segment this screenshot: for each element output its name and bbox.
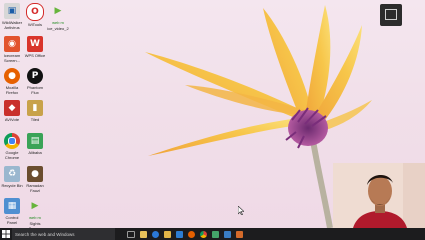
desktop-icon-icecream[interactable]: ◉ Icecream Screen... xyxy=(1,36,23,63)
taskbar-app-green[interactable] xyxy=(209,228,221,240)
desktop-icon-label: AVIVote xyxy=(4,117,20,122)
windows-logo-icon xyxy=(2,230,10,238)
task-view-button[interactable] xyxy=(125,228,137,240)
media-play-icon: ▶ xyxy=(54,5,62,16)
screen-recorder-widget[interactable] xyxy=(380,4,402,26)
web-m-icon: ▶ xyxy=(31,200,39,211)
app-orange-icon xyxy=(235,230,243,238)
taskbar-folder[interactable] xyxy=(161,228,173,240)
app-blue-icon xyxy=(223,230,231,238)
desktop-icon-label: web m xyxy=(52,20,64,25)
desktop-icon-firefox[interactable]: ● Mozilla Firefox xyxy=(1,68,23,95)
taskbar-chrome[interactable] xyxy=(197,228,209,240)
taskbar-store[interactable] xyxy=(173,228,185,240)
desktop-icon-label: Icecream Screen... xyxy=(3,53,21,63)
search-placeholder: Search the web and Windows xyxy=(15,231,75,237)
desktop-icon-sights[interactable]: ▶ web m Sights Screen xyxy=(24,198,46,231)
desktop-icon-label: WildWalker Antivirus xyxy=(1,20,23,30)
folder-icon xyxy=(163,230,171,238)
webcam-person-image xyxy=(333,163,425,228)
task-view-icon xyxy=(127,230,135,238)
desktop-icon-witools[interactable]: O WiTools xyxy=(24,3,46,27)
taskbar-app-blue[interactable] xyxy=(221,228,233,240)
phantom-icon: P xyxy=(27,68,43,84)
desktop-icon-label: Mozilla Firefox xyxy=(5,85,19,95)
desktop-icon-label: Phantom Flux xyxy=(26,85,43,95)
file-icon: ▮ xyxy=(27,100,43,116)
taskbar-firefox[interactable] xyxy=(185,228,197,240)
antivirus-icon: ▣ xyxy=(4,3,20,19)
webcam-overlay xyxy=(333,163,425,228)
file-explorer-icon xyxy=(139,230,147,238)
edge-icon xyxy=(151,230,159,238)
chrome-icon xyxy=(4,133,20,149)
desktop-icon-recycle-bin[interactable]: ♻ Recycle Bin xyxy=(1,166,23,188)
desktop-icon-chrome[interactable]: Google Chrome xyxy=(1,133,23,160)
taskbar-app-orange[interactable] xyxy=(233,228,245,240)
mouse-cursor-icon xyxy=(238,206,244,215)
desktop-icon-label: WiTools xyxy=(27,22,42,27)
desktop-icon-label: ice_video_2 xyxy=(47,26,69,31)
recycle-bin-icon: ♻ xyxy=(4,166,20,182)
desktop-icon-label: Recycle Bin xyxy=(1,183,23,188)
search-box[interactable]: Search the web and Windows xyxy=(12,228,115,240)
opera-icon: O xyxy=(26,3,44,21)
desktop-icon-ice-video[interactable]: ▶ web m ice_video_2 xyxy=(47,3,69,31)
firefox-icon xyxy=(187,230,195,238)
desktop-icon-alibaba[interactable]: ▤ Alibaba xyxy=(24,133,46,155)
desktop-icon-photo[interactable]: ● Ramadan Fauzi xyxy=(24,166,46,193)
wps-office-icon: W xyxy=(27,36,43,52)
photo-icon: ● xyxy=(27,166,43,182)
desktop-icon-phantom[interactable]: P Phantom Flux xyxy=(24,68,46,95)
desktop-icon-tiled[interactable]: ▮ Tiled xyxy=(24,100,46,122)
desktop-icon-control-panel[interactable]: ▦ Control Panel xyxy=(1,198,23,225)
taskbar-file-explorer[interactable] xyxy=(137,228,149,240)
start-button[interactable] xyxy=(0,228,12,240)
desktop-icon-label: Google Chrome xyxy=(4,150,20,160)
desktop-icon-label: Alibaba xyxy=(28,150,42,155)
app-green-icon xyxy=(211,230,219,238)
icecream-icon: ◉ xyxy=(4,36,20,52)
store-icon xyxy=(175,230,183,238)
taskbar: Search the web and Windows xyxy=(0,228,425,240)
taskbar-edge[interactable] xyxy=(149,228,161,240)
desktop-icon-wps[interactable]: W WPS Office xyxy=(24,36,46,58)
desktop-icon-label: Ramadan Fauzi xyxy=(26,183,44,193)
desktop-icon-antivirus[interactable]: ▣ WildWalker Antivirus xyxy=(1,3,23,30)
monitor-icon xyxy=(385,9,397,20)
desktop-icon-label: web m xyxy=(29,215,41,220)
chrome-icon xyxy=(199,230,207,238)
desktop-icon-avivote[interactable]: ◆ AVIVote xyxy=(1,100,23,122)
avivote-icon: ◆ xyxy=(4,100,20,116)
desktop-icon-label: Tiled xyxy=(30,117,40,122)
firefox-icon: ● xyxy=(4,68,20,84)
control-panel-icon: ▦ xyxy=(4,198,20,214)
desktop-icon-label: Control Panel xyxy=(5,215,19,225)
alibaba-icon: ▤ xyxy=(27,133,43,149)
desktop-icon-label: WPS Office xyxy=(24,53,46,58)
